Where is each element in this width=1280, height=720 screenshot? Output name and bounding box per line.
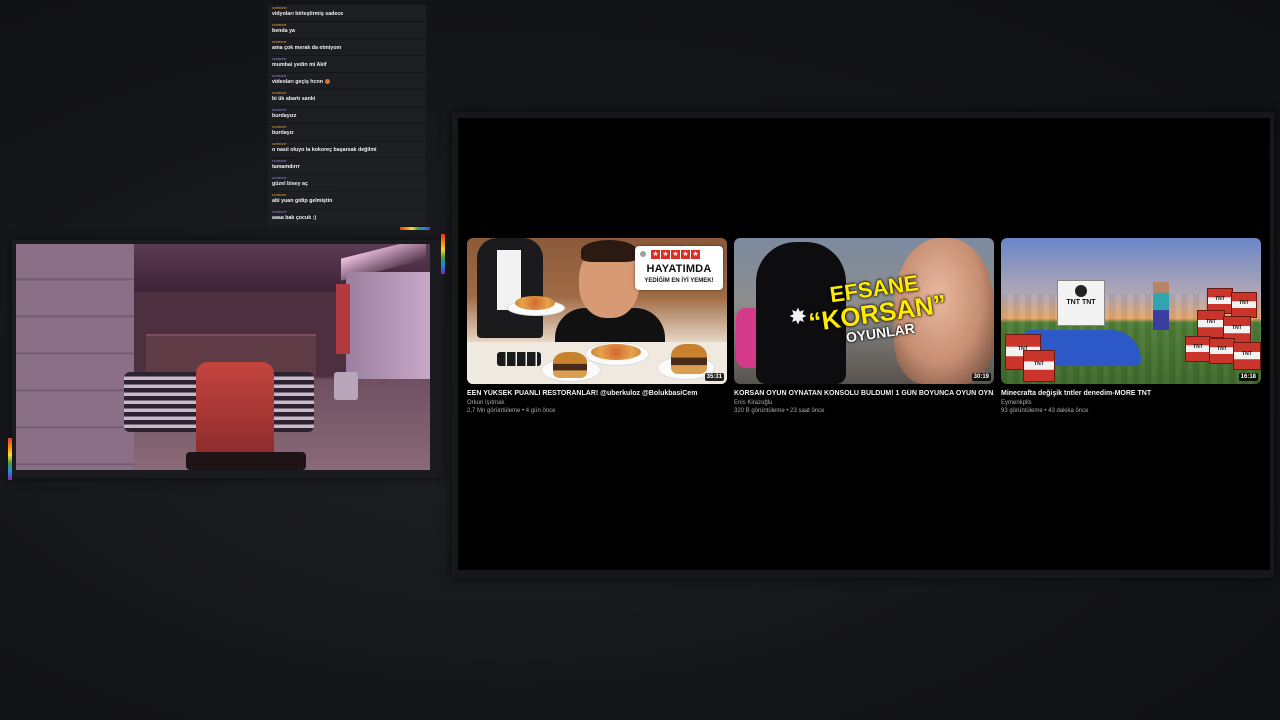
- chat-message: someone aaaa bak çocuk :): [268, 209, 426, 225]
- chat-message: someone benda ya: [268, 22, 426, 38]
- chat-text-content: aaaa bak çocuk :): [272, 215, 317, 221]
- thumb-sushi: [497, 352, 541, 366]
- chat-message: someone güzel bisey aç: [268, 175, 426, 191]
- chat-text: burdayız: [272, 129, 422, 137]
- chat-message: someone mumbai yedin mi Akif: [268, 56, 426, 72]
- video-channel[interactable]: Orkun Işıtmak: [467, 399, 727, 407]
- tnt-block: TNT: [1185, 336, 1211, 362]
- chat-text-content: o nasıl oluyo la kokoreç başarsak değilm…: [272, 147, 377, 153]
- chat-text-content: güzel bisey aç: [272, 181, 308, 187]
- chat-text-content: bi ük abartı sanki: [272, 96, 316, 102]
- chat-message: someone o nasıl oluyo la kokoreç başarsak…: [268, 141, 426, 157]
- chat-text: mumbai yedin mi Akif: [272, 61, 422, 69]
- chat-text: bi ük abartı sanki: [272, 95, 422, 103]
- video-meta: 93 görüntüleme • 43 dakika önce: [1001, 408, 1089, 414]
- webcam-rainbow-stripe-top: [441, 234, 445, 274]
- emoji-icon: [324, 79, 330, 85]
- video-card-3[interactable]: TNT TNT TNT TNT TNT TNT TNT TNT TNT TNT …: [1001, 238, 1261, 415]
- chat-message: someone tamamdırrr: [268, 158, 426, 174]
- video-thumbnail-3[interactable]: TNT TNT TNT TNT TNT TNT TNT TNT TNT TNT …: [1001, 238, 1261, 384]
- room-red-banner: [336, 284, 350, 354]
- video-title[interactable]: EEN YÜKSEK PUANLI RESTORANLAR! @uberkulo…: [467, 389, 727, 398]
- webcam-feed: [16, 244, 430, 470]
- video-duration: 35:31: [704, 373, 724, 381]
- chat-text: benda ya: [272, 27, 422, 35]
- chat-text: burdayızz: [272, 112, 422, 120]
- chat-message: someone bi ük abartı sanki: [268, 90, 426, 106]
- chat-text: ama çok merak da etmiyom: [272, 44, 422, 52]
- tnt-block: TNT: [1231, 292, 1257, 318]
- tnt-block: TNT: [1023, 350, 1055, 382]
- chat-text: vidyoları birleştirmiş sadece: [272, 10, 422, 18]
- chat-overlay: someone vidyoları birleştirmiş sadece some…: [268, 0, 426, 226]
- chat-text: o nasıl oluyo la kokoreç başarsak değilm…: [272, 146, 422, 154]
- chat-text: tamamdırrr: [272, 163, 422, 171]
- thumb-tnt-sign: TNT TNT: [1057, 280, 1105, 326]
- chat-rainbow-bar: [400, 227, 430, 230]
- chat-text: aaaa bak çocuk :): [272, 214, 422, 222]
- star-icon: ★: [661, 250, 670, 259]
- chat-text-content: burdayızz: [272, 113, 297, 119]
- thumb-pizza: [591, 344, 641, 360]
- chat-text: abi yuan gidip gelmiştin: [272, 197, 422, 205]
- star-icon: ★: [681, 250, 690, 259]
- video-card-1[interactable]: ★ ★ ★ ★ ★ HAYATIMDA YEDİĞİM EN İYİ YEMEK! 35…: [467, 238, 727, 415]
- chat-text-content: mumbai yedin mi Akif: [272, 62, 327, 68]
- garage-door: [16, 244, 134, 470]
- chat-message: someone videoları geçiş hcnn: [268, 73, 426, 89]
- chat-message: someone burdayızz: [268, 107, 426, 123]
- thumb-rating-badge: ★ ★ ★ ★ ★ HAYATIMDA YEDİĞİM EN İYİ YEMEK!: [635, 246, 723, 290]
- video-meta: 2,7 Mn görüntüleme • 4 gün önce: [467, 408, 556, 414]
- video-thumbnail-2[interactable]: ✸ EFSANE “KORSAN” OYUNLAR 30:19: [734, 238, 994, 384]
- chat-text-content: abi yuan gidip gelmiştin: [272, 198, 333, 204]
- chat-text-content: ama çok merak da etmiyom: [272, 45, 342, 51]
- thumb-steve: [1153, 282, 1169, 330]
- thumb-subtitle: YEDİĞİM EN İYİ YEMEK!: [644, 278, 714, 284]
- chat-text: güzel bisey aç: [272, 180, 422, 188]
- tnt-block: TNT: [1209, 338, 1235, 364]
- star-icon: ★: [651, 250, 660, 259]
- webcam-rainbow-stripe-left: [8, 438, 12, 480]
- video-channel[interactable]: Eymenkplls: [1001, 399, 1261, 407]
- video-duration: 16:18: [1238, 373, 1258, 381]
- video-thumbnail-1[interactable]: ★ ★ ★ ★ ★ HAYATIMDA YEDİĞİM EN İYİ YEMEK! 35…: [467, 238, 727, 384]
- video-title[interactable]: Minecrafta değişik tntler denedim-MORE T…: [1001, 389, 1261, 398]
- star-icon: ★: [691, 250, 700, 259]
- thumb-host-hair: [581, 240, 637, 262]
- video-title[interactable]: KORSAN OYUN OYNATAN KONSOLU BULDUM! 1 GÜ…: [734, 389, 994, 398]
- video-duration: 30:19: [971, 373, 991, 381]
- video-channel[interactable]: Enis Kirazoğlu: [734, 399, 994, 407]
- chat-message: someone abi yuan gidip gelmiştin: [268, 192, 426, 208]
- tnt-block: TNT: [1197, 310, 1225, 338]
- thumb-burger: [553, 352, 587, 378]
- chair-base: [186, 452, 306, 470]
- thumb-pizza: [515, 296, 555, 310]
- plastic-stool: [334, 372, 358, 400]
- chat-message: someone burdayız: [268, 124, 426, 140]
- youtube-feed: ★ ★ ★ ★ ★ HAYATIMDA YEDİĞİM EN İYİ YEMEK! 35…: [458, 118, 1270, 570]
- chat-text-content: vidyoları birleştirmiş sadece: [272, 11, 344, 17]
- chat-text-content: benda ya: [272, 28, 295, 34]
- tnt-block: TNT: [1233, 342, 1261, 370]
- red-gaming-chair: [196, 362, 274, 454]
- chat-message: someone vidyoları birleştirmiş sadece: [268, 5, 426, 21]
- video-card-2[interactable]: ✸ EFSANE “KORSAN” OYUNLAR 30:19 KORSAN O…: [734, 238, 994, 415]
- thumb-burger: [671, 344, 707, 374]
- chat-text: videoları geçiş hcnn: [272, 78, 422, 86]
- location-pin-icon: [640, 251, 646, 257]
- thumb-title: HAYATIMDA: [646, 263, 712, 275]
- sign-label: TNT TNT: [1066, 299, 1096, 306]
- chat-text-content: videoları geçiş hcnn: [272, 79, 323, 85]
- star-icon: ★: [671, 250, 680, 259]
- five-star-rating: ★ ★ ★ ★ ★: [651, 250, 701, 259]
- chat-text-content: burdayız: [272, 130, 294, 136]
- spider-web-icon: [1075, 285, 1087, 297]
- chat-message: someone ama çok merak da etmiyom: [268, 39, 426, 55]
- chat-text-content: tamamdırrr: [272, 164, 300, 170]
- video-meta: 320 B görüntüleme • 23 saat önce: [734, 408, 825, 414]
